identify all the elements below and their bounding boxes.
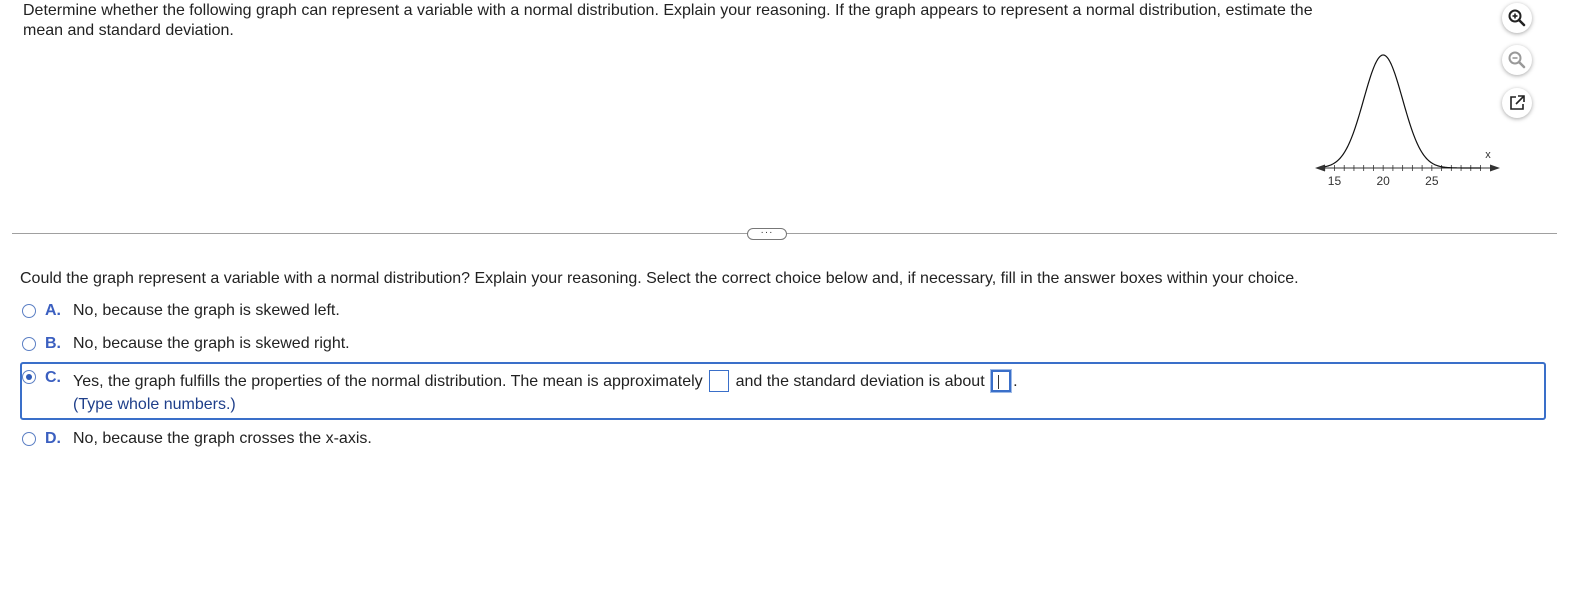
- popout-button[interactable]: [1502, 88, 1532, 118]
- radio-b[interactable]: [22, 337, 36, 351]
- choice-letter: C.: [45, 369, 61, 386]
- divider-handle[interactable]: ···: [747, 228, 787, 240]
- choice-letter: B.: [45, 335, 61, 352]
- mean-input[interactable]: [709, 370, 730, 392]
- choice-text: Yes, the graph fulfills the properties o…: [73, 370, 1018, 393]
- zoom-out-button[interactable]: [1502, 45, 1532, 75]
- axis-arrow-left: [1315, 164, 1325, 172]
- radio-a[interactable]: [22, 304, 36, 318]
- choice-text: No, because the graph is skewed right.: [73, 335, 350, 352]
- standard-deviation-input[interactable]: [991, 370, 1012, 392]
- choice-text: No, because the graph is skewed left.: [73, 302, 340, 319]
- zoom-out-icon: [1508, 51, 1526, 69]
- zoom-in-icon: [1508, 9, 1526, 27]
- radio-c[interactable]: [22, 370, 36, 384]
- instruction-text: Could the graph represent a variable wit…: [20, 270, 1299, 287]
- choice-letter: A.: [45, 302, 61, 319]
- axis-label: x: [1485, 149, 1491, 161]
- tick-label: 20: [1376, 174, 1390, 188]
- tick-label: 25: [1425, 174, 1439, 188]
- choice-letter: D.: [45, 430, 61, 447]
- external-link-icon: [1510, 95, 1525, 110]
- zoom-in-button[interactable]: [1502, 3, 1532, 33]
- question-text: Determine whether the following graph ca…: [23, 2, 1313, 39]
- input-hint: (Type whole numbers.): [73, 396, 236, 413]
- choice-c-text-after: .: [1013, 373, 1018, 391]
- radio-d[interactable]: [22, 432, 36, 446]
- choice-c-text-before: Yes, the graph fulfills the properties o…: [73, 373, 703, 391]
- choice-text: No, because the graph crosses the x-axis…: [73, 430, 372, 447]
- tick-label: 15: [1328, 174, 1342, 188]
- choice-c-text-middle: and the standard deviation is about: [735, 373, 985, 391]
- axis-arrow-right: [1490, 164, 1500, 172]
- normal-curve: [1324, 54, 1481, 169]
- normal-distribution-graph: 15 20 25 x: [1315, 54, 1500, 188]
